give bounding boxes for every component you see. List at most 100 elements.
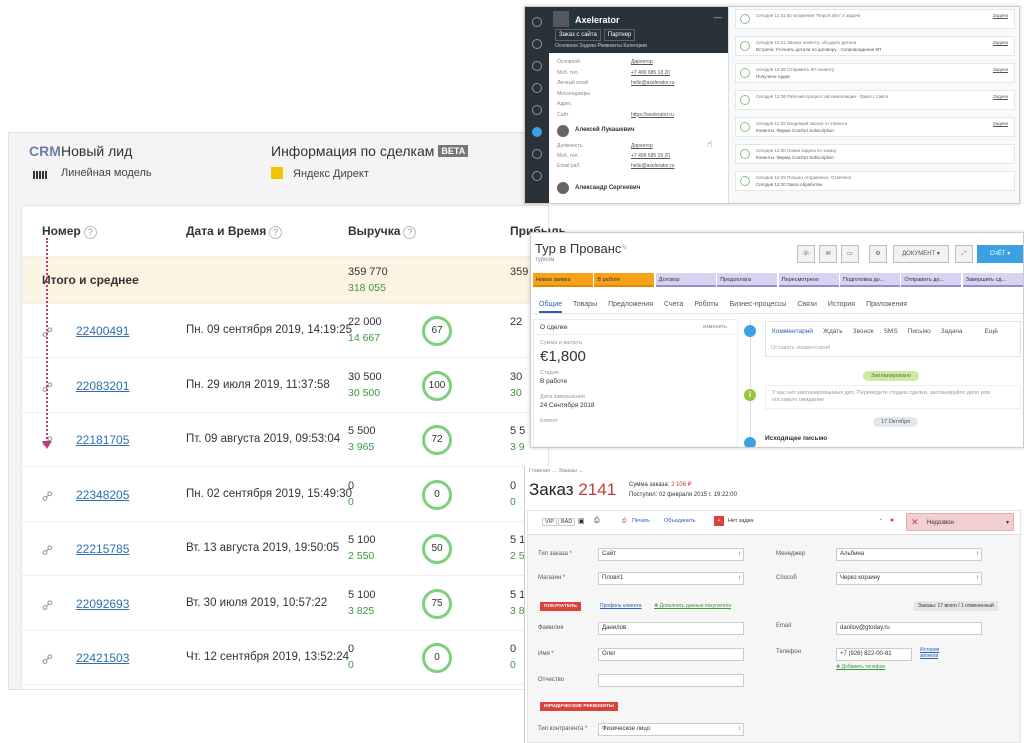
contractor-select[interactable]: Физическое лицо — [598, 723, 744, 736]
calendar-icon[interactable]: ▣ — [578, 517, 585, 525]
stage-item[interactable]: Договор — [655, 273, 716, 287]
tab-order[interactable]: Заказ с сайта — [555, 29, 601, 41]
feed-item[interactable]: Сегодня 12:38 Отправить КП клиенту Получе… — [735, 63, 1015, 83]
tag-bad[interactable]: BAD — [558, 518, 576, 526]
status-select[interactable]: ✕ Недозвон ▾ — [906, 513, 1014, 531]
field-value[interactable]: +7 499 685 18 20 — [631, 153, 670, 159]
deal-tab[interactable]: Бизнес-процессы — [730, 301, 787, 308]
buyer-profile-link[interactable]: Профиль клиента — [600, 603, 641, 609]
last-activity[interactable]: Исходящее письмо — [765, 435, 827, 442]
name-input[interactable]: Олег — [598, 648, 744, 661]
feed-item[interactable]: Сегодня 12:41 Звонок клиенту, обсудить д… — [735, 36, 1015, 56]
rail-icon[interactable] — [532, 83, 542, 93]
feed-link[interactable]: Задачи — [993, 40, 1008, 45]
stage-item[interactable]: Отправить до... — [901, 273, 962, 287]
deal-number-link[interactable]: 22181705 — [76, 433, 129, 447]
deal-tab[interactable]: Счета — [664, 301, 683, 308]
link-icon[interactable]: ⚯ — [38, 649, 58, 669]
feed-link[interactable]: Задачи — [993, 94, 1008, 99]
gear-icon[interactable]: ⚙ — [869, 245, 887, 263]
rail-icon-active[interactable] — [532, 127, 542, 137]
contact-nav[interactable]: Основное Задачи Реквизиты Категории — [555, 43, 647, 49]
patronymic-input[interactable] — [598, 674, 744, 687]
deal-number-link[interactable]: 22092693 — [76, 597, 129, 611]
expand-icon[interactable]: ⤢ — [955, 245, 973, 263]
field-value[interactable]: Директор — [631, 143, 653, 149]
email-input[interactable]: danilov@gtoday.ru — [836, 622, 982, 635]
comment-tab[interactable]: Письмо — [908, 328, 931, 335]
tab-partner[interactable]: Партнер — [603, 29, 636, 41]
link-icon[interactable]: ⚯ — [38, 486, 58, 506]
document-button[interactable]: ДОКУМЕНТ ▾ — [893, 245, 949, 263]
help-icon[interactable]: ? — [269, 226, 283, 239]
deal-category[interactable]: туризм — [535, 257, 554, 263]
comment-input[interactable]: Оставить комментарий — [771, 345, 830, 351]
chat-icon[interactable]: ▭ — [841, 245, 859, 263]
deal-tab[interactable]: История — [828, 301, 855, 308]
comment-tab[interactable]: Звонок — [853, 328, 874, 335]
rail-icon[interactable] — [532, 171, 542, 181]
col-datetime[interactable]: Дата и Время? — [186, 224, 283, 239]
collapse-icon[interactable]: — — [714, 13, 722, 22]
feed-item[interactable]: Сегодня 12:41 Во вложение "Report.xlsx" … — [735, 9, 1015, 29]
merge-button[interactable]: Объединить — [664, 518, 695, 524]
feed-link[interactable]: Задачи — [993, 13, 1008, 18]
feed-item[interactable]: Сегодня 12:30 Новая задача по заказу Клие… — [735, 144, 1015, 164]
mail-icon[interactable]: ✉ — [819, 245, 837, 263]
history-icon[interactable]: ◔ — [878, 517, 882, 524]
comment-tab[interactable]: SMS — [884, 328, 898, 335]
phone-input[interactable]: +7 (926) 822-00-81 — [836, 648, 912, 661]
order-type-select[interactable]: Сайт — [598, 548, 744, 561]
edit-link[interactable]: изменить — [703, 324, 727, 330]
field-value[interactable]: https://axelerator.ru — [631, 112, 674, 118]
feed-link[interactable]: Задачи — [993, 121, 1008, 126]
deal-tab[interactable]: Связи — [797, 301, 817, 308]
stage-item[interactable]: Предоплата — [717, 273, 778, 287]
feed-link[interactable]: Задачи — [993, 67, 1008, 72]
deal-number-link[interactable]: 22083201 — [76, 379, 129, 393]
invoice-button[interactable]: СЧЁТ ▾ — [977, 245, 1023, 263]
comment-tab[interactable]: Задача — [941, 328, 963, 335]
rail-icon[interactable] — [532, 39, 542, 49]
rail-icon[interactable] — [532, 17, 542, 27]
stage-item[interactable]: Завершить сд... — [962, 273, 1023, 287]
rail-icon[interactable] — [532, 149, 542, 159]
stage-item[interactable]: Подготовка до... — [840, 273, 900, 287]
feed-item[interactable]: Сегодня 12:29 Письмо отправлено. Отвечен… — [735, 171, 1015, 191]
feed-item[interactable]: Сегодня 12:36 Рабочий процесс автоматиза… — [735, 90, 1015, 110]
col-number[interactable]: Номер? — [42, 224, 97, 239]
field-value[interactable]: +7 499 685 18 20 — [631, 70, 670, 76]
feed-item[interactable]: Сегодня 12:33 Входящий звонок от клиента… — [735, 117, 1015, 137]
field-value[interactable]: hello@axelerator.ru — [631, 80, 674, 86]
col-revenue[interactable]: Выручка? — [348, 224, 417, 239]
comment-tab[interactable]: Ещё — [985, 328, 998, 335]
manager-select[interactable]: Альбина — [836, 548, 982, 561]
help-icon[interactable]: ? — [83, 226, 97, 239]
edit-pencil-icon[interactable]: ✎ — [621, 243, 628, 252]
printer-small-icon[interactable]: ⎙ — [594, 517, 600, 525]
print-button[interactable]: Печать — [632, 518, 650, 524]
stage-item[interactable]: В работе — [594, 273, 655, 287]
phone-icon[interactable]: ☏ — [797, 245, 815, 263]
field-value[interactable]: hello@axelerator.ru — [631, 163, 674, 169]
deal-number-link[interactable]: 22421503 — [76, 651, 129, 665]
stage-item[interactable]: Пересмотрено — [778, 273, 839, 287]
deal-number-link[interactable]: 22348205 — [76, 488, 129, 502]
deal-number-link[interactable]: 22215785 — [76, 542, 129, 556]
add-task-icon[interactable]: + — [714, 516, 724, 526]
field-value[interactable]: Директор — [631, 59, 653, 65]
breadcrumb[interactable]: Главная → Заказы → — [529, 468, 584, 474]
call-history-link[interactable]: История звонков — [920, 647, 950, 659]
chat-icon[interactable]: ● — [890, 517, 894, 524]
comment-tab[interactable]: Комментарий — [772, 328, 813, 335]
method-select[interactable]: Через корзину — [836, 572, 982, 585]
tag-vip[interactable]: VIP — [542, 518, 557, 526]
comment-tab[interactable]: Ждать — [823, 328, 843, 335]
stage-item[interactable]: Новая заявка — [533, 273, 593, 287]
person-name[interactable]: Александр Сергеевич — [575, 185, 640, 191]
deal-tab[interactable]: Приложения — [866, 301, 907, 308]
deal-tab[interactable]: Предложения — [608, 301, 653, 308]
help-icon[interactable]: ? — [403, 226, 417, 239]
link-icon[interactable]: ⚯ — [38, 540, 58, 560]
person-name[interactable]: Алексей Лукашевич — [575, 127, 634, 133]
